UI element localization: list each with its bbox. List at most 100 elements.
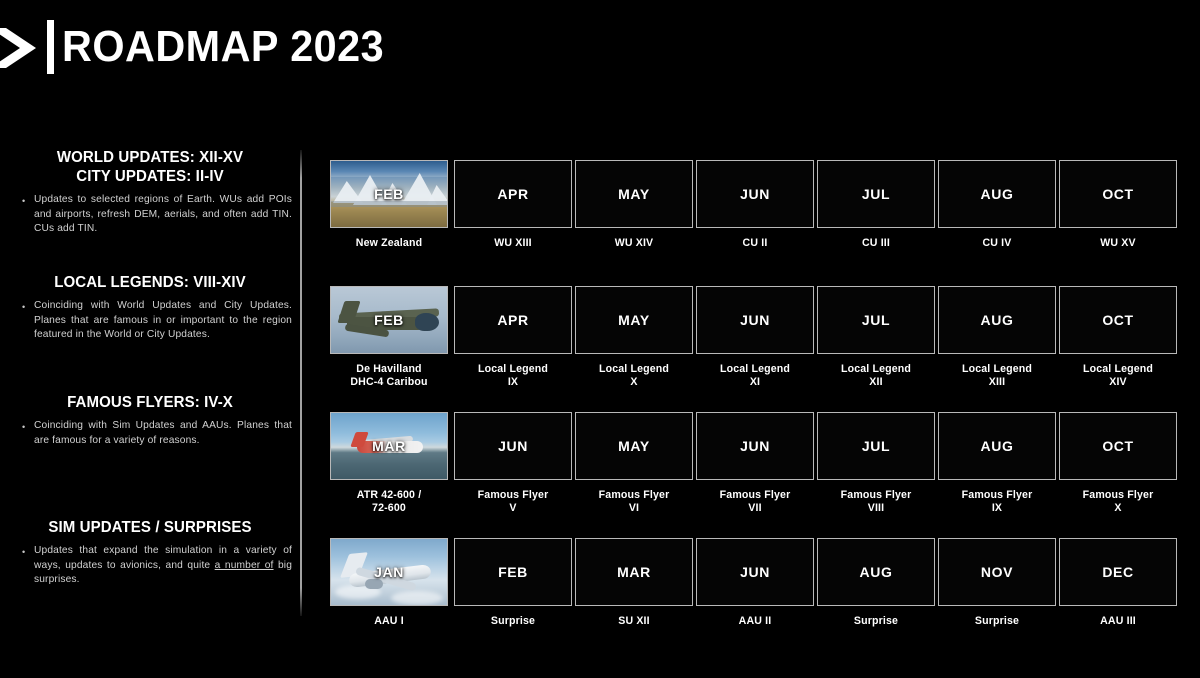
roadmap-cell-caption: Surprise xyxy=(974,615,1020,627)
roadmap-cell[interactable]: DEC AAU III xyxy=(1059,538,1177,628)
roadmap-cell[interactable]: MAY WU XIV xyxy=(575,160,693,250)
sidebar-description-emphasis: a number of xyxy=(214,559,274,571)
roadmap-cell[interactable]: MAR ATR 42-600 / 72-600 xyxy=(330,412,448,515)
roadmap-cell-month: OCT xyxy=(1102,312,1134,328)
roadmap-cell-caption: Famous Flyer V xyxy=(477,489,549,514)
roadmap-cell-box[interactable]: OCT xyxy=(1059,160,1177,228)
roadmap-cell-box[interactable]: AUG xyxy=(938,412,1056,480)
roadmap-cell-month: JAN xyxy=(374,564,404,580)
roadmap-cell[interactable]: FEB Surprise xyxy=(454,538,572,628)
sidebar-heading: SIM UPDATES / SURPRISES xyxy=(5,518,296,537)
roadmap-cell[interactable]: JUN Famous Flyer V xyxy=(454,412,572,515)
roadmap-cell-box[interactable]: JUN xyxy=(696,286,814,354)
roadmap-cell[interactable]: MAR SU XII xyxy=(575,538,693,628)
roadmap-cell-box[interactable]: JUL xyxy=(817,412,935,480)
roadmap-cell[interactable]: OCT Local Legend XIV xyxy=(1059,286,1177,389)
roadmap-cell[interactable]: JUN Local Legend XI xyxy=(696,286,814,389)
roadmap-cell-box[interactable]: AUG xyxy=(938,286,1056,354)
roadmap-cell[interactable]: AUG Surprise xyxy=(817,538,935,628)
roadmap-cell-caption: AAU III xyxy=(1100,615,1136,627)
roadmap-cell-box[interactable]: APR xyxy=(454,160,572,228)
roadmap-cell-box[interactable]: FEB xyxy=(330,160,448,228)
roadmap-cell[interactable]: NOV Surprise xyxy=(938,538,1056,628)
roadmap-cell[interactable]: MAY Famous Flyer VI xyxy=(575,412,693,515)
roadmap-cell-month: AUG xyxy=(980,312,1014,328)
roadmap-cell[interactable]: JUL Famous Flyer VIII xyxy=(817,412,935,515)
roadmap-cell[interactable]: AUG Local Legend XIII xyxy=(938,286,1056,389)
roadmap-cell-month: MAY xyxy=(618,312,650,328)
roadmap-cell-box[interactable]: JUL xyxy=(817,160,935,228)
roadmap-cell-box[interactable]: FEB xyxy=(454,538,572,606)
roadmap-cell[interactable]: APR WU XIII xyxy=(454,160,572,250)
sidebar-heading-line: SIM UPDATES / SURPRISES xyxy=(48,519,252,536)
roadmap-cell-box[interactable]: JUN xyxy=(454,412,572,480)
roadmap-cell-caption: Local Legend X xyxy=(598,363,670,388)
roadmap-cell-month: JUL xyxy=(861,186,891,202)
roadmap-cell-month: JUL xyxy=(861,438,891,454)
roadmap-cell-box[interactable]: MAR xyxy=(575,538,693,606)
roadmap-cell[interactable]: APR Local Legend IX xyxy=(454,286,572,389)
roadmap-cell-box[interactable]: MAY xyxy=(575,160,693,228)
roadmap-cell[interactable]: FEB De Havilland DHC-4 Caribou xyxy=(330,286,448,389)
roadmap-cell-box[interactable]: OCT xyxy=(1059,412,1177,480)
roadmap-cell[interactable]: OCT Famous Flyer X xyxy=(1059,412,1177,515)
roadmap-cell-box[interactable]: MAY xyxy=(575,286,693,354)
roadmap-cell[interactable]: OCT WU XV xyxy=(1059,160,1177,250)
sidebar-description: Updates to selected regions of Earth. WU… xyxy=(34,194,292,235)
roadmap-cell[interactable]: JUL CU III xyxy=(817,160,935,250)
roadmap-cell-month: JUN xyxy=(740,564,770,580)
roadmap-cell-month: MAR xyxy=(617,564,651,580)
roadmap-cell-caption: CU IV xyxy=(982,237,1012,249)
roadmap-cell-box[interactable]: JAN xyxy=(330,538,448,606)
roadmap-cell[interactable]: AUG Famous Flyer IX xyxy=(938,412,1056,515)
roadmap-cell-box[interactable]: MAY xyxy=(575,412,693,480)
roadmap-cell-caption: Famous Flyer VII xyxy=(719,489,791,514)
roadmap-cell-caption: Famous Flyer IX xyxy=(961,489,1033,514)
roadmap-cell-box[interactable]: JUN xyxy=(696,538,814,606)
roadmap-cell[interactable]: JAN AAU I xyxy=(330,538,448,628)
roadmap-cell-box[interactable]: MAR xyxy=(330,412,448,480)
bullet-icon: • xyxy=(22,196,26,206)
roadmap-cell-box[interactable]: NOV xyxy=(938,538,1056,606)
roadmap-cell-caption: Local Legend XIII xyxy=(961,363,1033,388)
bullet-icon: • xyxy=(22,422,26,432)
roadmap-cell-caption: Local Legend IX xyxy=(477,363,549,388)
roadmap-cell-box[interactable]: AUG xyxy=(817,538,935,606)
roadmap-cell[interactable]: FEB New Zealand xyxy=(330,160,448,250)
roadmap-cell-box[interactable]: JUN xyxy=(696,160,814,228)
roadmap-cell-caption: Famous Flyer VIII xyxy=(840,489,912,514)
roadmap-cell-month: MAY xyxy=(618,438,650,454)
roadmap-cell-caption: CU III xyxy=(862,237,890,249)
roadmap-cell-box[interactable]: DEC xyxy=(1059,538,1177,606)
roadmap-cell-month: FEB xyxy=(374,312,404,328)
roadmap-cell-box[interactable]: APR xyxy=(454,286,572,354)
sidebar-heading-line: CITY UPDATES: II-IV xyxy=(76,168,224,185)
roadmap-cell[interactable]: JUN CU II xyxy=(696,160,814,250)
bullet-icon: • xyxy=(22,547,26,557)
roadmap-cell[interactable]: MAY Local Legend X xyxy=(575,286,693,389)
roadmap-cell-box[interactable]: JUN xyxy=(696,412,814,480)
roadmap-cell-month: JUL xyxy=(861,312,891,328)
sidebar-section-sim-updates-surprises: SIM UPDATES / SURPRISES • Updates that e… xyxy=(0,518,300,588)
sidebar-description: Coinciding with Sim Updates and AAUs. Pl… xyxy=(34,420,292,446)
roadmap-cell-month: MAY xyxy=(618,186,650,202)
roadmap-cell-caption: Local Legend XI xyxy=(719,363,791,388)
roadmap-cell-caption: AAU II xyxy=(738,615,772,627)
sidebar-section-world-city-updates: WORLD UPDATES: XII-XV CITY UPDATES: II-I… xyxy=(0,148,300,237)
roadmap-cell-caption: Famous Flyer X xyxy=(1082,489,1154,514)
roadmap-cell[interactable]: JUN AAU II xyxy=(696,538,814,628)
roadmap-cell-box[interactable]: JUL xyxy=(817,286,935,354)
roadmap-cell[interactable]: JUN Famous Flyer VII xyxy=(696,412,814,515)
roadmap-cell[interactable]: AUG CU IV xyxy=(938,160,1056,250)
roadmap-cell-month: JUN xyxy=(498,438,528,454)
roadmap-cell-box[interactable]: OCT xyxy=(1059,286,1177,354)
roadmap-cell[interactable]: JUL Local Legend XII xyxy=(817,286,935,389)
roadmap-cell-caption: SU XII xyxy=(618,615,650,627)
vertical-bar-divider xyxy=(47,20,54,74)
sidebar-heading: FAMOUS FLYERS: IV-X xyxy=(5,393,296,412)
sidebar-section-famous-flyers: FAMOUS FLYERS: IV-X • Coinciding with Si… xyxy=(0,393,300,448)
roadmap-cell-box[interactable]: AUG xyxy=(938,160,1056,228)
page-title: ROADMAP 2023 xyxy=(62,22,385,71)
roadmap-cell-month: OCT xyxy=(1102,186,1134,202)
roadmap-cell-box[interactable]: FEB xyxy=(330,286,448,354)
